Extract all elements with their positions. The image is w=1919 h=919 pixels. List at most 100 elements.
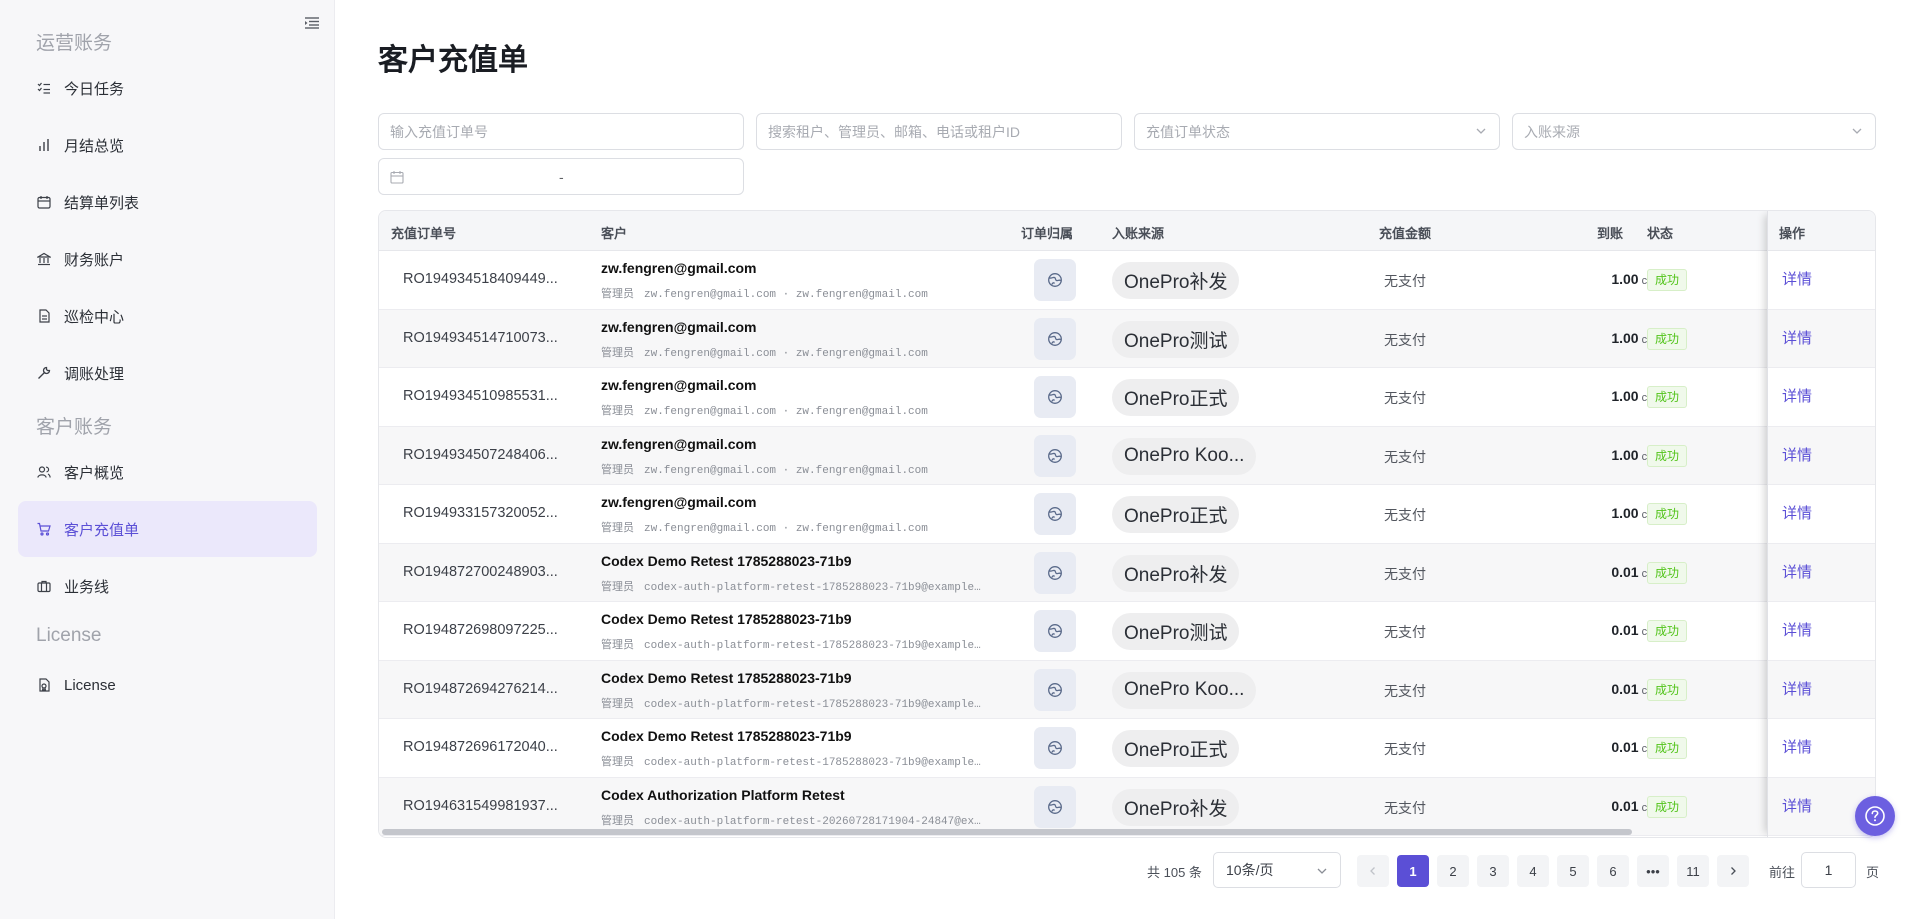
customer-role: 管理员 — [601, 346, 634, 359]
help-button[interactable] — [1855, 796, 1895, 836]
sidebar-item-customer-overview[interactable]: 客户概览 — [18, 444, 317, 500]
col-header-order-owner: 订单归属 — [1021, 226, 1074, 241]
status-badge: 成功 — [1647, 327, 1688, 350]
arrival-amount: 1.00credits — [1429, 505, 1674, 521]
table-row: RO194933157320052... zw.fengren@gmail.co… — [379, 485, 1875, 544]
globe-icon — [1048, 273, 1062, 287]
order-owner-button[interactable] — [1034, 259, 1076, 301]
globe-icon — [1048, 448, 1062, 463]
order-no-input[interactable]: 输入充值订单号 — [378, 113, 744, 150]
sidebar-item-customer-recharge[interactable]: 客户充值单 — [18, 501, 317, 557]
prev-page-button[interactable] — [1357, 855, 1389, 887]
sidebar-item-label: 客户概览 — [64, 464, 125, 482]
goto-page-input[interactable]: 1 — [1801, 852, 1856, 888]
order-owner-button[interactable] — [1034, 610, 1076, 652]
next-page-button[interactable] — [1717, 855, 1749, 887]
page-button[interactable]: 1 — [1397, 855, 1429, 887]
order-owner-button[interactable] — [1034, 493, 1076, 535]
customer-role: 管理员 — [601, 405, 634, 417]
recharge-amount: 无支付 — [1384, 448, 1426, 465]
customer-role: 管理员 — [601, 580, 634, 593]
sidebar-item-monthly-overview[interactable]: 月结总览 — [18, 117, 317, 173]
source-select[interactable]: 入账来源 — [1512, 113, 1876, 150]
recharge-amount: 无支付 — [1384, 507, 1426, 523]
document-icon — [36, 308, 52, 324]
sidebar-item-label: 客户充值单 — [64, 521, 140, 539]
customer-name: zw.fengren@gmail.com — [601, 435, 757, 452]
table-header: 充值订单号 客户 订单归属 入账来源 充值金额 到账 状态 操作 — [379, 211, 1875, 251]
customer-name: zw.fengren@gmail.com — [601, 377, 757, 393]
chevron-down-icon — [1476, 128, 1486, 134]
customer-role: 管理员 — [601, 697, 634, 710]
arrival-value: 0.01 — [1611, 563, 1639, 580]
order-owner-button[interactable] — [1034, 317, 1076, 360]
date-range-picker[interactable]: - — [378, 158, 744, 195]
status-badge: 成功 — [1647, 737, 1688, 759]
order-owner-button[interactable] — [1034, 727, 1076, 769]
page-button[interactable]: 11 — [1677, 855, 1709, 887]
table-row: RO194934507248406... zw.fengren@gmail.co… — [379, 426, 1875, 485]
wrench-icon — [36, 365, 52, 381]
chevron-right-icon — [1731, 867, 1736, 875]
col-header-status: 状态 — [1647, 226, 1674, 241]
page-size-select[interactable]: 10条/页 — [1213, 852, 1341, 888]
col-header-amount: 充值金额 — [1379, 226, 1432, 241]
recharge-amount: 无支付 — [1384, 565, 1426, 582]
order-number: RO194872696172040... — [403, 739, 558, 755]
chevron-down-icon — [1317, 868, 1327, 874]
page-button[interactable]: 4 — [1517, 855, 1549, 887]
table-row: RO194872698097225... Codex Demo Retest 1… — [379, 602, 1875, 661]
customer-contact: zw.fengren@gmail.com · zw.fengren@gmail.… — [644, 347, 928, 360]
calendar-icon — [36, 194, 52, 210]
page-button[interactable]: 5 — [1557, 855, 1589, 887]
customer-detail: 管理员 zw.fengren@gmail.com · zw.fengren@gma… — [601, 519, 928, 535]
order-number: RO194631549981937... — [403, 797, 558, 814]
customer-contact: codex-auth-platform-retest-1785288023-71… — [644, 698, 986, 711]
order-number: RO194934507248406... — [403, 446, 558, 463]
order-owner-button[interactable] — [1034, 434, 1076, 477]
customer-detail: 管理员 codex-auth-platform-retest-1785288023… — [601, 695, 986, 711]
arrival-value: 0.01 — [1611, 680, 1639, 697]
arrival-amount: 0.01credits — [1429, 739, 1674, 755]
menu-collapse-icon[interactable] — [302, 14, 322, 32]
sidebar-item-business-line[interactable]: 业务线 — [18, 558, 317, 614]
arrival-value: 0.01 — [1611, 739, 1639, 755]
sidebar-item-label: 今日任务 — [64, 80, 125, 98]
page-button[interactable]: 6 — [1597, 855, 1629, 887]
fixed-action-column — [1767, 211, 1875, 837]
source-select-placeholder: 入账来源 — [1524, 123, 1580, 140]
recharge-amount: 无支付 — [1384, 741, 1426, 757]
customer-detail: 管理员 zw.fengren@gmail.com · zw.fengren@gma… — [601, 285, 928, 301]
recharge-amount: 无支付 — [1384, 273, 1426, 289]
sidebar-item-settlement-list[interactable]: 结算单列表 — [18, 174, 317, 230]
page-button[interactable]: 3 — [1477, 855, 1509, 887]
order-number: RO194934518409449... — [403, 271, 558, 287]
recharge-table: 充值订单号 客户 订单归属 入账来源 充值金额 到账 状态 操作 RO19493… — [378, 210, 1876, 838]
customer-detail: 管理员 codex-auth-platform-retest-1785288023… — [601, 636, 986, 652]
sidebar-item-inspection-center[interactable]: 巡检中心 — [18, 288, 317, 344]
page-button[interactable]: 2 — [1437, 855, 1469, 887]
page-ellipsis-button[interactable]: ••• — [1637, 855, 1669, 887]
checklist-icon — [36, 80, 52, 96]
sidebar-item-license[interactable]: License — [18, 657, 317, 713]
sidebar-item-finance-account[interactable]: 财务账户 — [18, 231, 317, 287]
table-row: RO194934514710073... zw.fengren@gmail.co… — [379, 309, 1875, 368]
table-row: RO194631549981937... Codex Authorization… — [379, 777, 1875, 836]
search-input[interactable]: 搜索租户、管理员、邮箱、电话或租户ID — [756, 113, 1122, 150]
order-owner-button[interactable] — [1034, 376, 1076, 418]
status-select[interactable]: 充值订单状态 — [1134, 113, 1500, 150]
date-range-separator: - — [559, 168, 564, 185]
horizontal-scrollbar[interactable] — [382, 829, 1632, 835]
sidebar-item-adjustment[interactable]: 调账处理 — [18, 345, 317, 401]
customer-name: zw.fengren@gmail.com — [601, 318, 757, 335]
status-badge: 成功 — [1647, 269, 1688, 291]
sidebar-item-label: 巡检中心 — [64, 308, 125, 326]
globe-icon — [1048, 390, 1062, 404]
order-owner-button[interactable] — [1034, 785, 1076, 828]
sidebar-item-today-tasks[interactable]: 今日任务 — [18, 60, 317, 116]
pagination-total: 共 105 条 — [1147, 865, 1202, 880]
status-badge: 成功 — [1647, 561, 1688, 584]
order-owner-button[interactable] — [1034, 668, 1076, 711]
col-header-order-no: 充值订单号 — [391, 226, 457, 241]
order-owner-button[interactable] — [1034, 551, 1076, 594]
